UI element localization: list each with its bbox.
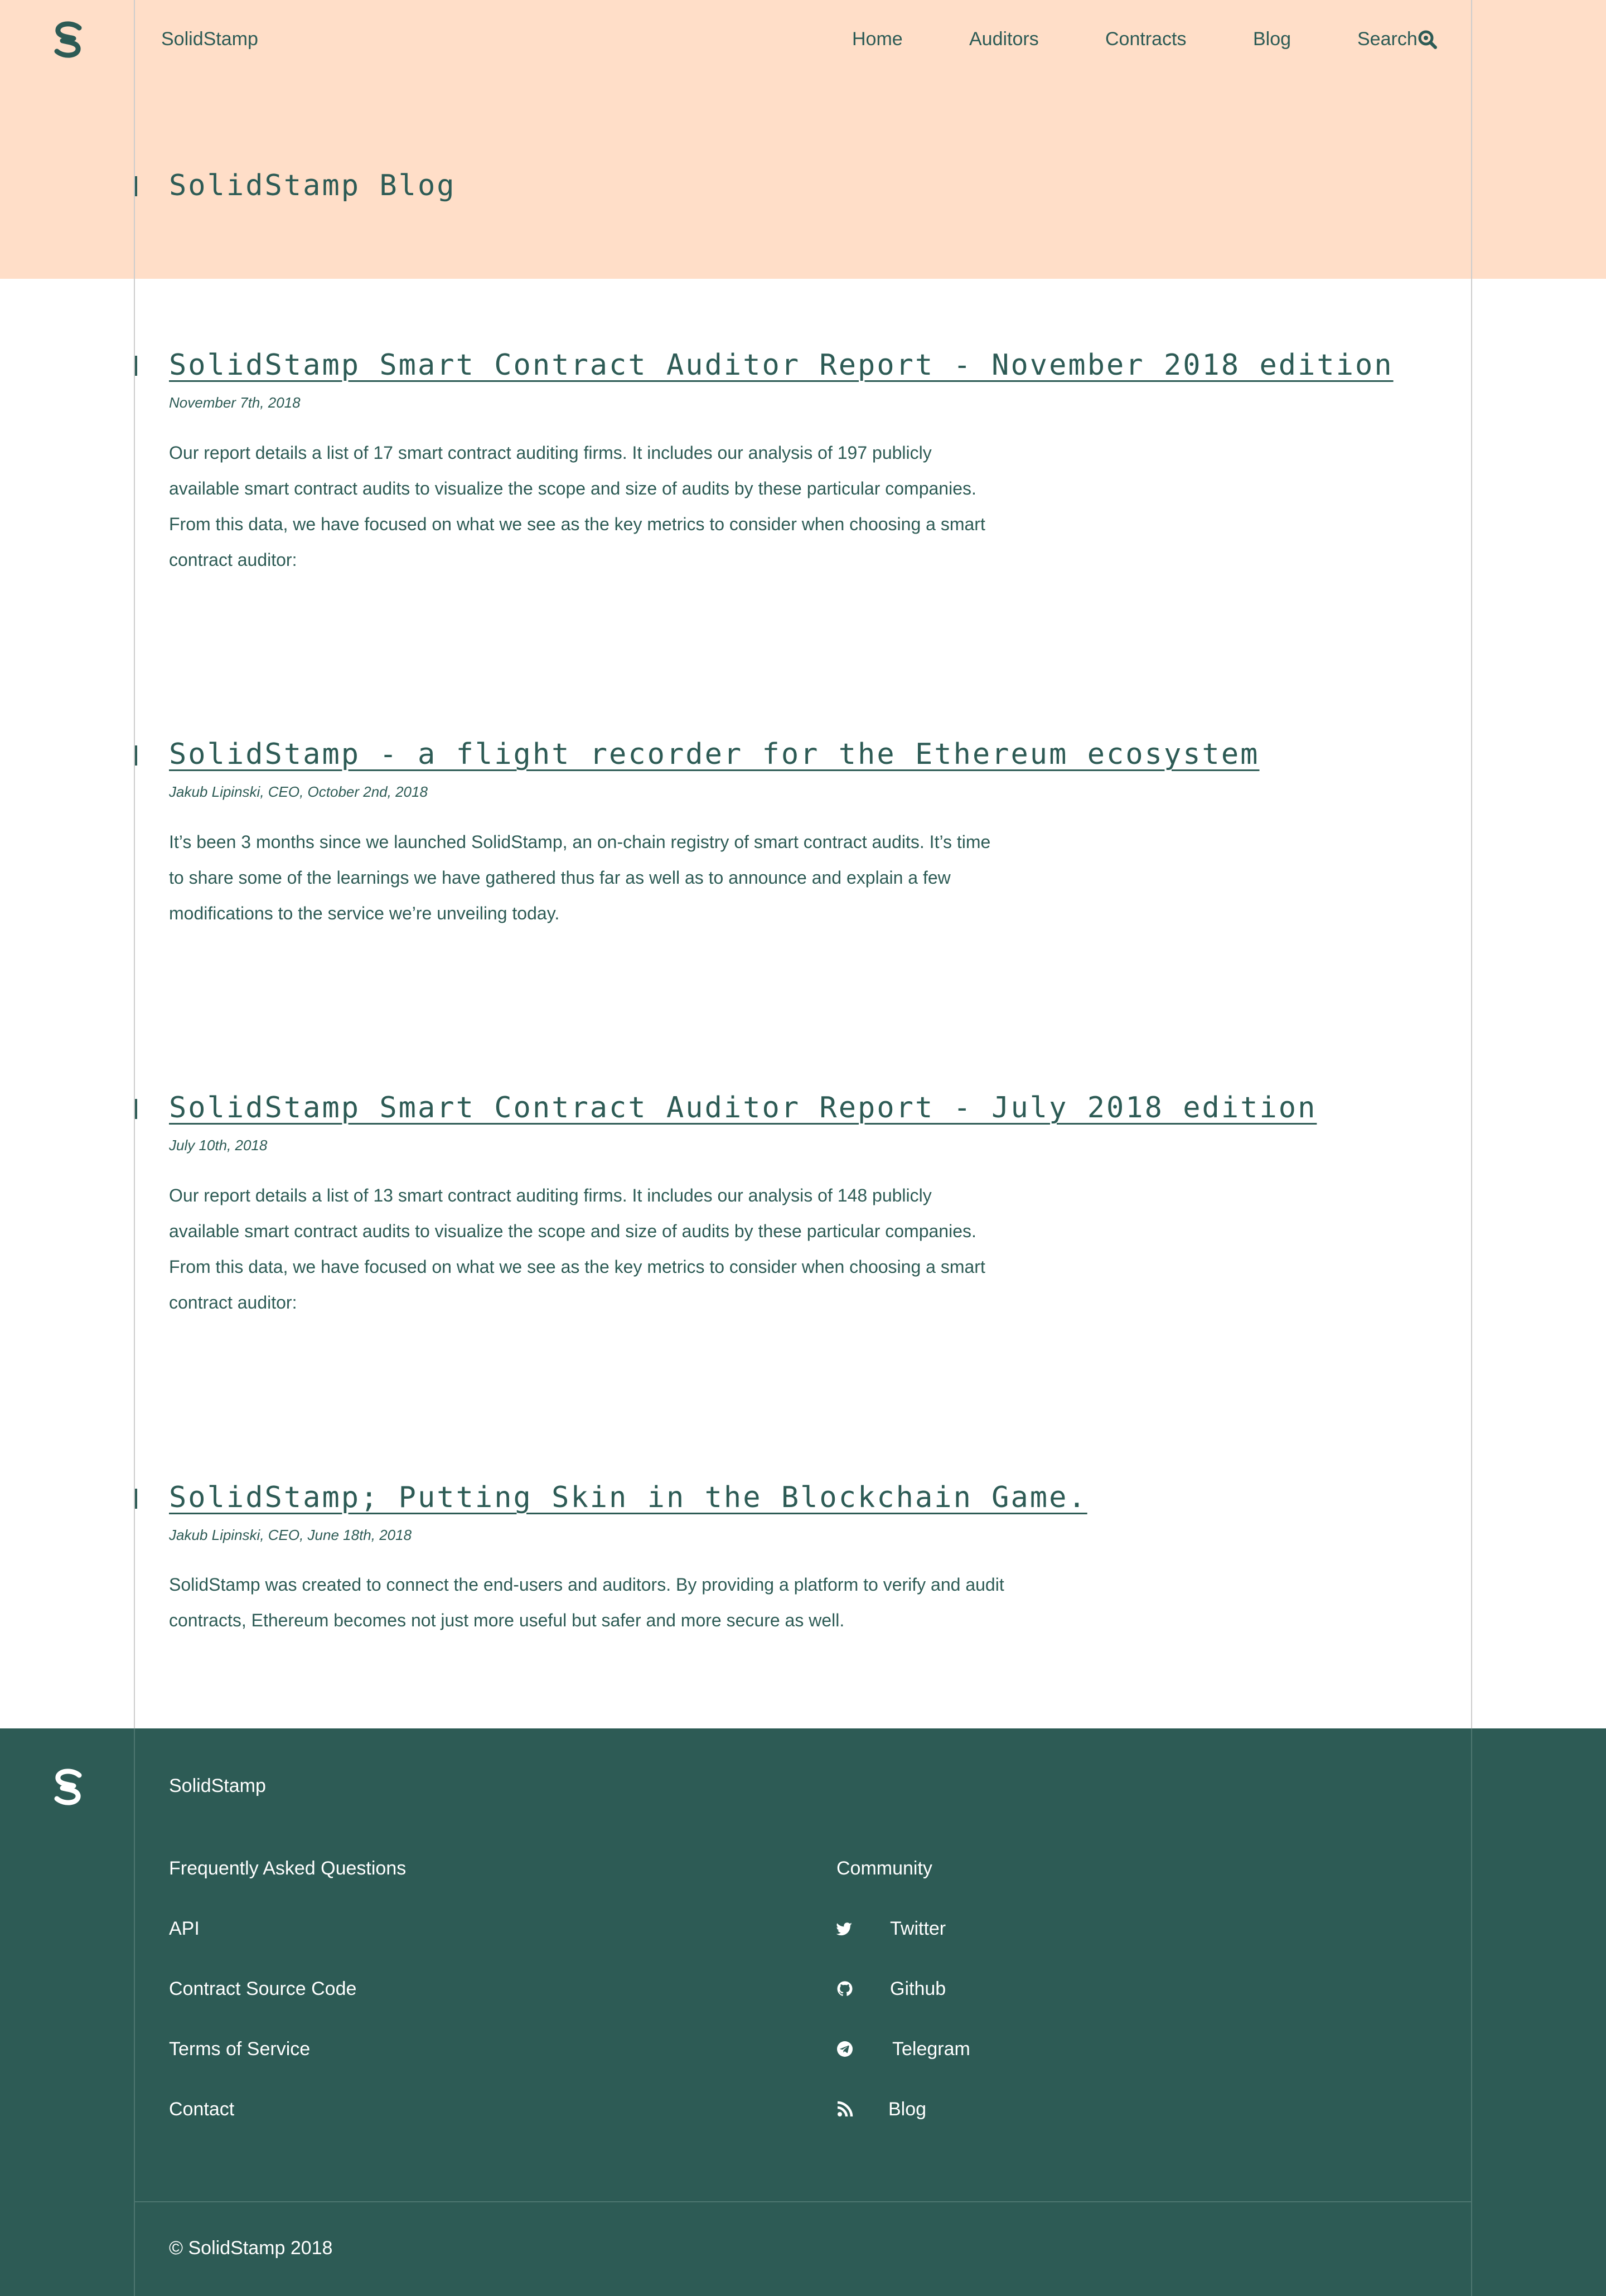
search-icon[interactable] xyxy=(1418,30,1438,50)
twitter-icon xyxy=(836,1920,853,1937)
nav-auditors[interactable]: Auditors xyxy=(969,27,1039,51)
community-link-github[interactable]: Github xyxy=(890,1977,946,2001)
post-excerpt: It’s been 3 months since we launched Sol… xyxy=(169,832,991,923)
nav-contracts[interactable]: Contracts xyxy=(1105,27,1187,51)
brand-name-link[interactable]: SolidStamp xyxy=(161,27,258,51)
community-link-blog[interactable]: Blog xyxy=(888,2097,926,2121)
post-title-link[interactable]: SolidStamp Smart Contract Auditor Report… xyxy=(169,1088,1317,1127)
post-meta: Jakub Lipinski, CEO, October 2nd, 2018 xyxy=(169,783,428,800)
copyright-text: © SolidStamp 2018 xyxy=(169,2237,333,2259)
nav-blog[interactable]: Blog xyxy=(1253,27,1291,51)
footer-right-guide-line xyxy=(1471,1728,1472,2296)
footer-link-api[interactable]: API xyxy=(169,1916,200,1941)
post-meta: Jakub Lipinski, CEO, June 18th, 2018 xyxy=(169,1527,412,1543)
footer-left-guide-line xyxy=(134,1728,135,2296)
post-title-link[interactable]: SolidStamp - a flight recorder for the E… xyxy=(169,735,1259,774)
site-footer: SolidStamp Frequently Asked Questions AP… xyxy=(0,1728,1606,2296)
footer-brand: SolidStamp xyxy=(169,1775,266,1796)
solidstamp-logo-icon[interactable] xyxy=(51,20,85,59)
footer-link-contract-source-code[interactable]: Contract Source Code xyxy=(169,1977,356,2001)
community-link-telegram[interactable]: Telegram xyxy=(892,2037,970,2061)
community-heading: Community xyxy=(836,1858,932,1879)
github-icon xyxy=(836,1980,853,1997)
footer-link-faq[interactable]: Frequently Asked Questions xyxy=(169,1856,406,1881)
post-excerpt: Our report details a list of 13 smart co… xyxy=(169,1185,985,1312)
telegram-icon xyxy=(836,2041,853,2057)
footer-divider xyxy=(134,2201,1472,2202)
post-excerpt: SolidStamp was created to connect the en… xyxy=(169,1575,1004,1630)
footer-logo-icon[interactable] xyxy=(51,1767,85,1806)
nav-home[interactable]: Home xyxy=(852,27,903,51)
rss-icon xyxy=(836,2101,853,2118)
post-title-link[interactable]: SolidStamp Smart Contract Auditor Report… xyxy=(169,346,1394,385)
footer-link-contact[interactable]: Contact xyxy=(169,2097,234,2121)
site-header: SolidStamp Home Auditors Contracts Blog … xyxy=(0,0,1606,279)
page-title: SolidStamp Blog xyxy=(169,169,456,202)
post-meta: November 7th, 2018 xyxy=(169,394,301,411)
post-meta: July 10th, 2018 xyxy=(169,1137,268,1154)
nav-search[interactable]: Search xyxy=(1357,27,1418,51)
community-link-twitter[interactable]: Twitter xyxy=(890,1916,946,1941)
post-excerpt: Our report details a list of 17 smart co… xyxy=(169,443,985,570)
post-title-link[interactable]: SolidStamp; Putting Skin in the Blockcha… xyxy=(169,1478,1087,1517)
footer-link-terms-of-service[interactable]: Terms of Service xyxy=(169,2037,310,2061)
